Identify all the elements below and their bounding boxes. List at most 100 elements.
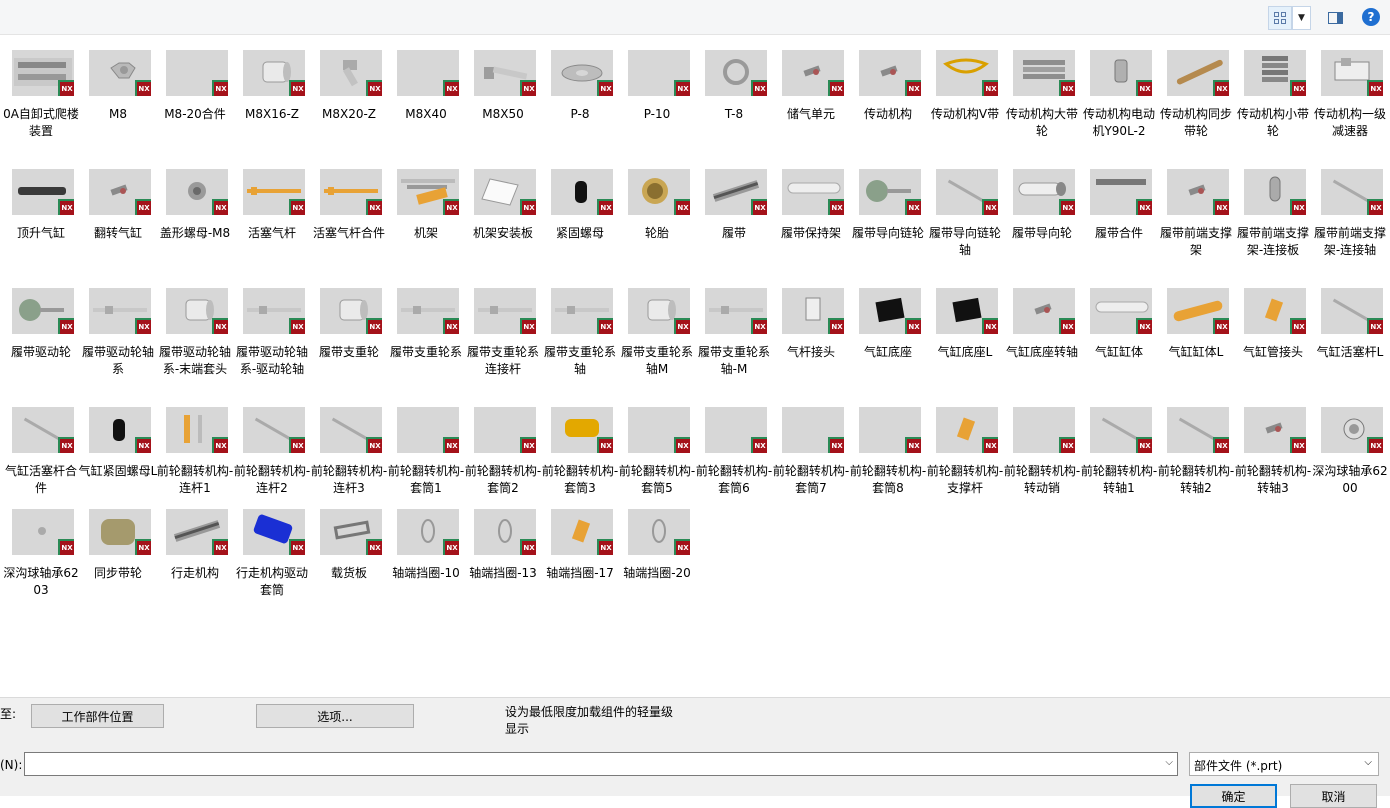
file-item[interactable]: NX 履带支重轮系连接杆 <box>462 274 539 392</box>
file-item[interactable]: NX 履带驱动轮轴系-驱动轮轴 <box>231 274 308 392</box>
file-name: 前轮翻转机构-支撑杆 <box>926 464 1004 495</box>
file-item[interactable]: NX M8X50 <box>462 36 539 154</box>
file-item[interactable]: NX 储气单元 <box>770 36 847 154</box>
file-item[interactable]: NX 顶升气缸 <box>0 155 77 273</box>
file-item[interactable]: NX 盖形螺母-M8 <box>154 155 231 273</box>
file-item[interactable]: NX 前轮翻转机构-套筒2 <box>462 393 541 511</box>
file-item[interactable]: NX 气缸活塞杆L <box>1309 274 1386 392</box>
file-item[interactable]: NX 履带前端支撑架-连接板 <box>1232 155 1309 273</box>
file-item[interactable]: NX 前轮翻转机构-转轴1 <box>1078 393 1157 511</box>
file-item[interactable]: NX 履带前端支撑架 <box>1155 155 1232 273</box>
file-item[interactable]: NX T-8 <box>693 36 770 154</box>
file-item[interactable]: NX 前轮翻转机构-连杆1 <box>154 393 233 511</box>
nx-badge-icon: NX <box>520 318 536 334</box>
file-item[interactable]: NX 气缸缸体L <box>1155 274 1232 392</box>
file-item[interactable]: NX 前轮翻转机构-连杆3 <box>308 393 387 511</box>
file-item[interactable]: NX 前轮翻转机构-转动销 <box>1001 393 1080 511</box>
file-item[interactable]: NX 轴端挡圈-13 <box>462 495 539 613</box>
file-item[interactable]: NX 气缸底座转轴 <box>1001 274 1078 392</box>
file-item[interactable]: NX 履带支重轮系轴-M <box>693 274 770 392</box>
file-item[interactable]: NX 前轮翻转机构-套筒5 <box>616 393 695 511</box>
file-item[interactable]: NX 前轮翻转机构-转轴3 <box>1232 393 1311 511</box>
file-item[interactable]: NX P-8 <box>539 36 616 154</box>
file-item[interactable]: NX 气杆接头 <box>770 274 847 392</box>
file-item[interactable]: NX 深沟球轴承6200 <box>1309 393 1388 511</box>
file-item[interactable]: NX 履带合件 <box>1078 155 1155 273</box>
file-item[interactable]: NX 前轮翻转机构-套筒1 <box>385 393 464 511</box>
file-item[interactable]: NX 活塞气杆 <box>231 155 308 273</box>
file-item[interactable]: NX 传动机构 <box>847 36 924 154</box>
file-name: 传动机构一级减速器 <box>1313 107 1386 138</box>
file-item[interactable]: NX 行走机构驱动套筒 <box>231 495 308 613</box>
file-item[interactable]: NX 履带驱动轮 <box>0 274 77 392</box>
file-item[interactable]: NX 履带导向轮 <box>1001 155 1078 273</box>
file-item[interactable]: NX 气缸底座L <box>924 274 1001 392</box>
nx-badge-icon: NX <box>289 318 305 334</box>
file-item[interactable]: NX M8-20合件 <box>154 36 231 154</box>
file-item[interactable]: NX 履带前端支撑架-连接轴 <box>1309 155 1386 273</box>
file-item[interactable]: NX 履带支重轮系 <box>385 274 462 392</box>
file-item[interactable]: NX 履带保持架 <box>770 155 847 273</box>
file-item[interactable]: NX 履带导向链轮轴 <box>924 155 1001 273</box>
file-name-input[interactable]: ⌵ <box>24 752 1178 776</box>
file-item[interactable]: NX 前轮翻转机构-转轴2 <box>1155 393 1234 511</box>
file-item[interactable]: NX 履带 <box>693 155 770 273</box>
file-item[interactable]: NX 履带支重轮 <box>308 274 385 392</box>
file-item[interactable]: NX 履带驱动轮轴系 <box>77 274 154 392</box>
file-item[interactable]: NX 轴端挡圈-20 <box>616 495 693 613</box>
options-button[interactable]: 选项... <box>256 704 414 728</box>
file-item[interactable]: NX 深沟球轴承6203 <box>0 495 79 613</box>
file-item[interactable]: NX 轴端挡圈-17 <box>539 495 616 613</box>
file-item[interactable]: NX 气缸缸体 <box>1078 274 1155 392</box>
file-item[interactable]: NX 前轮翻转机构-套筒8 <box>847 393 926 511</box>
file-item[interactable]: NX 机架 <box>385 155 462 273</box>
nx-badge-icon: NX <box>443 80 459 96</box>
help-icon[interactable]: ? <box>1362 8 1380 26</box>
file-item[interactable]: NX P-10 <box>616 36 693 154</box>
file-item[interactable]: NX 轴端挡圈-10 <box>385 495 462 613</box>
file-item[interactable]: NX 气缸紧固螺母L <box>77 393 157 511</box>
file-item[interactable]: NX M8X40 <box>385 36 462 154</box>
file-item[interactable]: NX 同步带轮 <box>77 495 154 613</box>
file-item[interactable]: NX 传动机构一级减速器 <box>1309 36 1386 154</box>
file-item[interactable]: NX M8 <box>77 36 154 154</box>
file-item[interactable]: NX 紧固螺母 <box>539 155 616 273</box>
file-item[interactable]: NX 气缸底座 <box>847 274 924 392</box>
file-item[interactable]: NX 前轮翻转机构-套筒7 <box>770 393 849 511</box>
file-name: 履带驱动轮轴系 <box>81 345 154 376</box>
file-item[interactable]: NX 气缸管接头 <box>1232 274 1309 392</box>
file-item[interactable]: NX 前轮翻转机构-连杆2 <box>231 393 310 511</box>
file-item[interactable]: NX 履带支重轮系轴M <box>616 274 693 392</box>
file-type-select[interactable]: 部件文件 (*.prt) ⌵ <box>1189 752 1379 776</box>
file-item[interactable]: NX 履带支重轮系轴 <box>539 274 616 392</box>
file-item[interactable]: NX 履带驱动轮轴系-末端套头 <box>154 274 231 392</box>
file-name: M8X40 <box>405 107 447 121</box>
file-item[interactable]: NX 传动机构电动机Y90L-2 <box>1078 36 1155 154</box>
file-item[interactable]: NX 前轮翻转机构-套筒6 <box>693 393 772 511</box>
file-item[interactable]: NX 前轮翻转机构-套筒3 <box>539 393 618 511</box>
preview-pane-icon[interactable] <box>1325 8 1345 28</box>
file-item[interactable]: NX 传动机构V带 <box>924 36 1001 154</box>
file-item[interactable]: NX 传动机构小带轮 <box>1232 36 1309 154</box>
nx-badge-icon: NX <box>751 318 767 334</box>
file-item[interactable]: NX 轮胎 <box>616 155 693 273</box>
file-item[interactable]: NX 传动机构同步带轮 <box>1155 36 1232 154</box>
file-item[interactable]: NX 行走机构 <box>154 495 231 613</box>
chevron-down-icon[interactable]: ⌵ <box>1165 757 1173 768</box>
file-item[interactable]: NX 前轮翻转机构-支撑杆 <box>924 393 1003 511</box>
file-item[interactable]: NX M8X16-Z <box>231 36 308 154</box>
file-item[interactable]: NX 履带导向链轮 <box>847 155 924 273</box>
file-item[interactable]: NX 0A自卸式爬楼装置 <box>0 36 79 154</box>
file-item[interactable]: NX 载货板 <box>308 495 385 613</box>
file-item[interactable]: NX 传动机构大带轮 <box>1001 36 1078 154</box>
work-part-position-button[interactable]: 工作部件位置 <box>31 704 164 728</box>
file-item[interactable]: NX 机架安装板 <box>462 155 539 273</box>
chevron-down-icon[interactable]: ▼ <box>1292 6 1311 30</box>
thumbnails-view-icon[interactable] <box>1268 6 1292 30</box>
ok-button[interactable]: 确定 <box>1190 784 1277 808</box>
file-item[interactable]: NX M8X20-Z <box>308 36 385 154</box>
file-item[interactable]: NX 活塞气杆合件 <box>308 155 385 273</box>
file-item[interactable]: NX 翻转气缸 <box>77 155 154 273</box>
cancel-button[interactable]: 取消 <box>1290 784 1377 808</box>
file-item[interactable]: NX 气缸活塞杆合件 <box>0 393 77 511</box>
